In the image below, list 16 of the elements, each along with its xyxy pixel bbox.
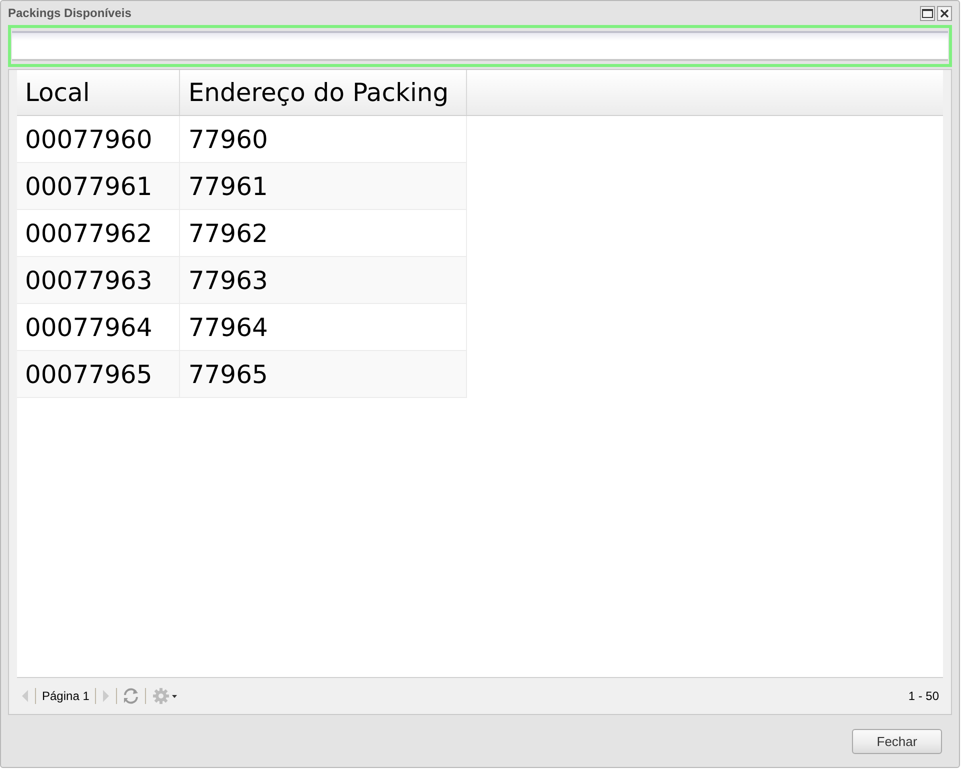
table-cell: 77965 (180, 350, 467, 398)
maximize-button[interactable] (920, 6, 935, 20)
close-icon[interactable] (940, 8, 949, 18)
column-header[interactable]: Local (17, 70, 180, 116)
table-cell: 00077963 (17, 256, 180, 304)
range-label: 1 - 50 (908, 689, 939, 703)
table-cell: 00077961 (17, 162, 180, 210)
window-title: Packings Disponíveis (8, 6, 132, 20)
close-dialog-button[interactable]: Fechar (852, 728, 942, 754)
page-label: Página 1 (42, 689, 90, 703)
table-cell: 77963 (180, 256, 467, 304)
close-button[interactable] (937, 6, 952, 20)
table-cell: 00077965 (17, 350, 180, 398)
table-cell: 77961 (180, 162, 467, 210)
column-header[interactable]: Endereço do Packing (180, 70, 467, 116)
maximize-icon[interactable] (922, 8, 933, 18)
